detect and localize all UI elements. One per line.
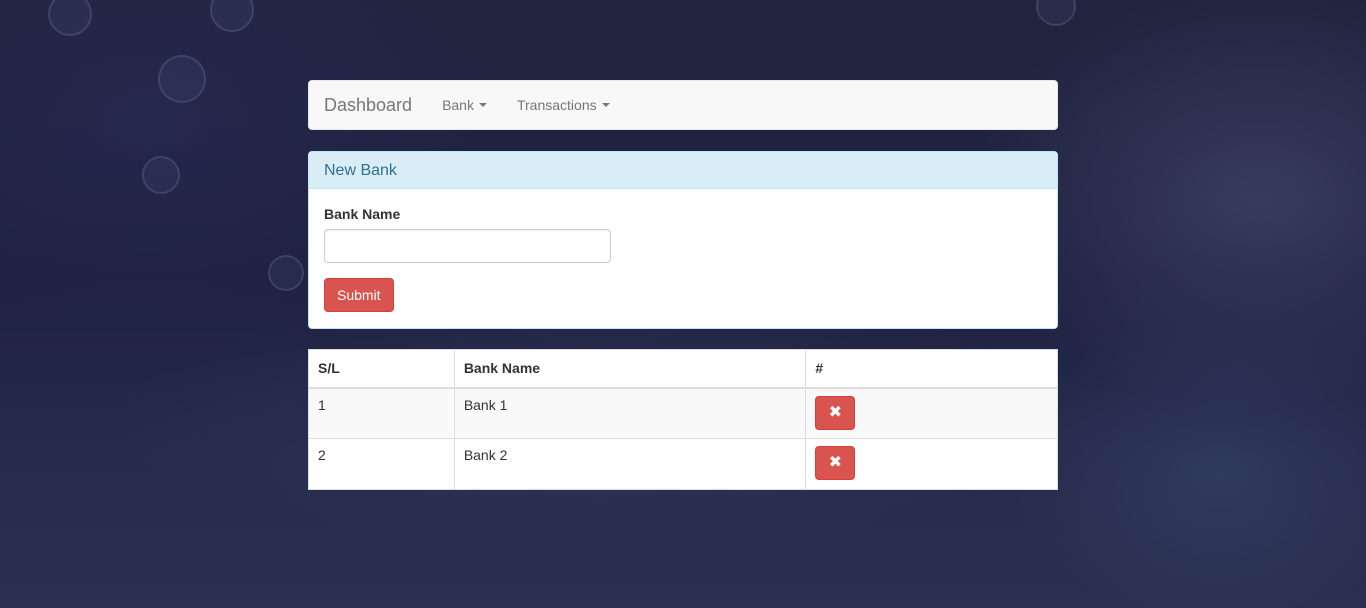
cell-sl: 2 [308,438,455,490]
panel-heading: New Bank [309,152,1057,189]
delete-button[interactable]: ✖ [815,446,856,480]
background-decoration [142,156,180,194]
column-header-bank-name: Bank Name [453,349,807,389]
bank-name-input[interactable] [324,229,611,263]
new-bank-panel: New Bank Bank Name Submit [308,151,1058,329]
bank-name-label: Bank Name [324,206,401,222]
cell-bank-name: Bank 2 [453,438,807,490]
close-icon: ✖ [828,403,843,421]
nav-item-transactions[interactable]: Transactions [517,97,610,113]
background-decoration [1036,0,1076,26]
banks-table-wrapper: S/L Bank Name # 1 Bank 1 ✖ 2 Bank 2 ✖ [308,349,1058,490]
navbar: Dashboard Bank Transactions [308,80,1058,130]
main-container: Dashboard Bank Transactions New Bank Ban… [308,80,1058,490]
navbar-brand[interactable]: Dashboard [324,95,412,116]
cell-action: ✖ [805,387,1058,439]
delete-button[interactable]: ✖ [815,395,856,430]
background-decoration [268,255,304,291]
panel-body: Bank Name Submit [309,189,1057,327]
caret-down-icon [601,103,610,107]
cell-sl: 1 [308,387,455,439]
nav-item-label: Transactions [516,97,597,113]
column-header-sl: S/L [308,349,455,389]
cell-action: ✖ [805,438,1058,490]
background-decoration [158,55,206,103]
nav-item-label: Bank [442,97,474,113]
table-row: 1 Bank 1 ✖ [308,387,1058,439]
banks-table: S/L Bank Name # 1 Bank 1 ✖ 2 Bank 2 ✖ [308,349,1058,490]
background-decoration [210,0,254,32]
caret-down-icon [478,103,487,107]
background-decoration [48,0,92,36]
submit-button[interactable]: Submit [324,278,394,312]
close-icon: ✖ [828,454,843,471]
cell-bank-name: Bank 1 [453,387,807,439]
column-header-action: # [805,349,1058,389]
table-row: 2 Bank 2 ✖ [308,438,1058,490]
table-header-row: S/L Bank Name # [308,349,1058,389]
nav-item-bank[interactable]: Bank [442,97,487,113]
